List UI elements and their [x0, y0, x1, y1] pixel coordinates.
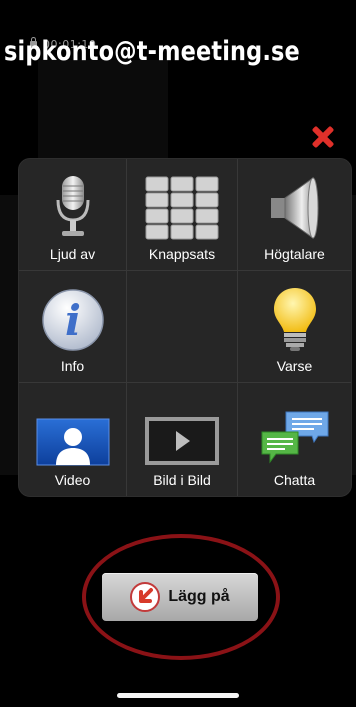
info-label: Info — [60, 358, 85, 374]
microphone-icon — [56, 176, 89, 236]
hangup-icon — [130, 582, 161, 612]
close-icon[interactable] — [308, 122, 338, 152]
speaker-button[interactable]: Högtalare — [238, 159, 351, 271]
keypad-icon — [145, 176, 219, 240]
hangup-button[interactable]: Lägg på — [102, 573, 258, 621]
remote-video-area — [38, 60, 168, 170]
mute-button[interactable]: Ljud av — [19, 159, 127, 271]
keypad-button[interactable]: Knappsats — [127, 159, 238, 271]
video-contact-icon — [36, 418, 109, 466]
video-button[interactable]: Video — [19, 383, 127, 496]
hangup-label: Lägg på — [168, 588, 230, 605]
chat-bubbles-icon — [261, 411, 328, 464]
speaker-label: Högtalare — [264, 246, 325, 262]
alert-label: Varse — [276, 358, 313, 374]
alert-button[interactable]: Varse — [238, 271, 351, 383]
call-title: sipkonto@t-meeting.se — [4, 36, 300, 67]
call-menu-panel: Ljud av Knappsats Högtalare i Info Varse… — [18, 158, 352, 497]
info-icon: i — [41, 289, 104, 351]
speaker-icon — [270, 177, 318, 239]
pip-label: Bild i Bild — [153, 472, 211, 488]
pip-button[interactable]: Bild i Bild — [127, 383, 238, 496]
keypad-label: Knappsats — [148, 246, 216, 262]
picture-in-picture-icon — [145, 417, 219, 465]
lightbulb-icon — [273, 288, 316, 351]
chat-button[interactable]: Chatta — [238, 383, 351, 496]
svg-text:i: i — [65, 296, 81, 345]
video-label: Video — [54, 472, 91, 488]
home-indicator[interactable] — [117, 693, 239, 698]
background-band-left — [0, 195, 18, 475]
info-button[interactable]: i Info — [19, 271, 127, 383]
chat-label: Chatta — [273, 472, 316, 488]
mute-label: Ljud av — [49, 246, 96, 262]
empty-cell — [127, 271, 238, 383]
